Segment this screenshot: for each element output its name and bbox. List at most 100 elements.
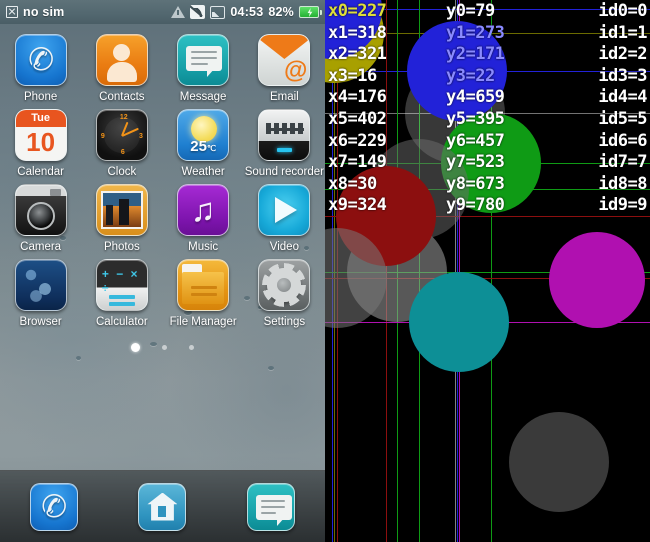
touch-id-4: id4=4 [598, 87, 647, 108]
screenshot-root: no sim 04:53 82% ✆ Phone Contacts Messag… [0, 0, 650, 542]
app-contacts[interactable]: Contacts [81, 34, 162, 103]
app-row: Browser + − × ÷ Calculator File Manager … [0, 259, 325, 334]
app-label: Contacts [99, 91, 145, 103]
touch-x-6: x6=229 [328, 130, 387, 151]
settings-icon[interactable] [258, 259, 311, 311]
touch-y-4: y4=659 [446, 87, 505, 108]
touch-id-1: id1=1 [598, 22, 647, 43]
file-manager-icon[interactable] [177, 259, 230, 311]
touch-x-8: x8=30 [328, 173, 377, 194]
touch-y-0: y0=79 [446, 1, 495, 21]
app-label: Music [188, 241, 219, 253]
calculator-icon[interactable]: + − × ÷ [95, 259, 148, 311]
app-calendar[interactable]: Tue 10 Calendar [0, 109, 81, 178]
phone-icon[interactable]: ✆ [14, 34, 67, 86]
app-label: Photos [103, 241, 140, 253]
touch-id-7: id7=7 [598, 152, 647, 173]
screenshot-icon [210, 5, 226, 19]
touch-x-7: x7=149 [328, 152, 387, 173]
touch-y-5: y5=395 [446, 108, 505, 129]
battery-charging-icon [299, 6, 322, 18]
video-icon[interactable] [258, 184, 311, 236]
app-photos[interactable]: Photos [81, 184, 162, 253]
app-label: Sound recorder [244, 166, 325, 178]
touch-y-8: y8=673 [446, 173, 505, 194]
app-row: Camera Photos ♫ Music Video [0, 184, 325, 259]
calendar-icon[interactable]: Tue 10 [14, 109, 67, 161]
page-dot[interactable] [189, 344, 194, 350]
silent-mode-icon [190, 5, 206, 19]
app-label: Email [269, 91, 299, 103]
dock: ✆ [0, 470, 325, 542]
phone-handset-glyph: ✆ [38, 486, 70, 526]
touch-x-0: x0=227 [328, 1, 387, 21]
battery-percent-label: 82% [268, 5, 294, 19]
page-dot[interactable] [162, 344, 167, 350]
multitouch-test-panel[interactable]: x0=227 x1=318 x2=321 x3=16 x4=176 x5=402… [325, 0, 650, 542]
dock-message-icon[interactable] [246, 482, 295, 531]
touch-y-column: y0=79 y1=273 y2=171 y3=22 y4=659 y5=395 … [446, 1, 564, 217]
touch-id-9: id9=9 [598, 195, 647, 216]
app-label: Settings [263, 316, 306, 328]
page-indicator[interactable] [0, 336, 325, 358]
weather-icon[interactable]: 25℃ [177, 109, 230, 161]
wallpaper-droplet [268, 366, 274, 370]
app-weather[interactable]: 25℃ Weather [163, 109, 244, 178]
app-label: Message [179, 91, 227, 103]
touch-id-3: id3=3 [598, 65, 647, 86]
music-icon[interactable]: ♫ [177, 184, 230, 236]
app-label: Phone [23, 91, 58, 103]
clock-label: 04:53 [230, 5, 264, 19]
weather-temperature: 25 [190, 138, 207, 155]
touch-id-0: id0=0 [598, 1, 647, 21]
dock-home-icon[interactable] [138, 482, 187, 531]
touch-readout: x0=227 x1=318 x2=321 x3=16 x4=176 x5=402… [325, 0, 650, 217]
touch-y-3: y3=22 [446, 65, 495, 86]
contacts-icon[interactable] [95, 34, 148, 86]
touch-id-column: id0=0 id1=1 id2=2 id3=3 id4=4 id5=5 id6=… [598, 1, 647, 217]
touch-x-column: x0=227 x1=318 x2=321 x3=16 x4=176 x5=402… [328, 1, 446, 217]
camera-icon[interactable] [14, 184, 67, 236]
clock-icon[interactable]: 12 3 6 9 [95, 109, 148, 161]
sim-status-label: no sim [23, 5, 65, 19]
page-dot-active[interactable] [131, 342, 140, 352]
app-phone[interactable]: ✆ Phone [0, 34, 81, 103]
browser-icon[interactable] [14, 259, 67, 311]
app-email[interactable]: @ Email [244, 34, 325, 103]
status-bar[interactable]: no sim 04:53 82% [0, 0, 325, 24]
touch-x-4: x4=176 [328, 87, 387, 108]
status-bar-right: 04:53 82% [171, 5, 322, 19]
app-calculator[interactable]: + − × ÷ Calculator [81, 259, 162, 328]
app-sound-recorder[interactable]: Sound recorder [244, 109, 325, 178]
android-homescreen[interactable]: no sim 04:53 82% ✆ Phone Contacts Messag… [0, 0, 325, 542]
app-row: Tue 10 Calendar 12 3 6 9 Clock 25℃ Weath… [0, 109, 325, 184]
calculator-operators: + − × ÷ [101, 267, 140, 295]
touch-x-9: x9=324 [328, 195, 387, 216]
app-clock[interactable]: 12 3 6 9 Clock [81, 109, 162, 178]
app-label: Calendar [17, 166, 64, 178]
app-browser[interactable]: Browser [0, 259, 81, 328]
dock-phone-icon[interactable]: ✆ [30, 482, 79, 531]
app-row: ✆ Phone Contacts Message @ Email [0, 34, 325, 109]
touch-circle-9b [409, 272, 509, 372]
at-sign-glyph: @ [283, 57, 308, 84]
touch-y-9: y9=780 [446, 195, 505, 216]
touch-circle-9 [549, 232, 645, 328]
email-icon[interactable]: @ [258, 34, 311, 86]
app-camera[interactable]: Camera [0, 184, 81, 253]
touch-id-2: id2=2 [598, 44, 647, 65]
app-message[interactable]: Message [163, 34, 244, 103]
touch-x-5: x5=402 [328, 108, 387, 129]
app-file-manager[interactable]: File Manager [163, 259, 244, 328]
app-label: Video [269, 241, 299, 253]
photos-icon[interactable] [95, 184, 148, 236]
app-music[interactable]: ♫ Music [163, 184, 244, 253]
weather-unit: ℃ [206, 144, 216, 153]
touch-id-5: id5=5 [598, 108, 647, 129]
phone-handset-glyph: ✆ [25, 40, 56, 79]
app-settings[interactable]: Settings [244, 259, 325, 328]
app-video[interactable]: Video [244, 184, 325, 253]
sound-recorder-icon[interactable] [258, 109, 311, 161]
message-icon[interactable] [177, 34, 230, 86]
calendar-weekday: Tue [15, 110, 66, 127]
